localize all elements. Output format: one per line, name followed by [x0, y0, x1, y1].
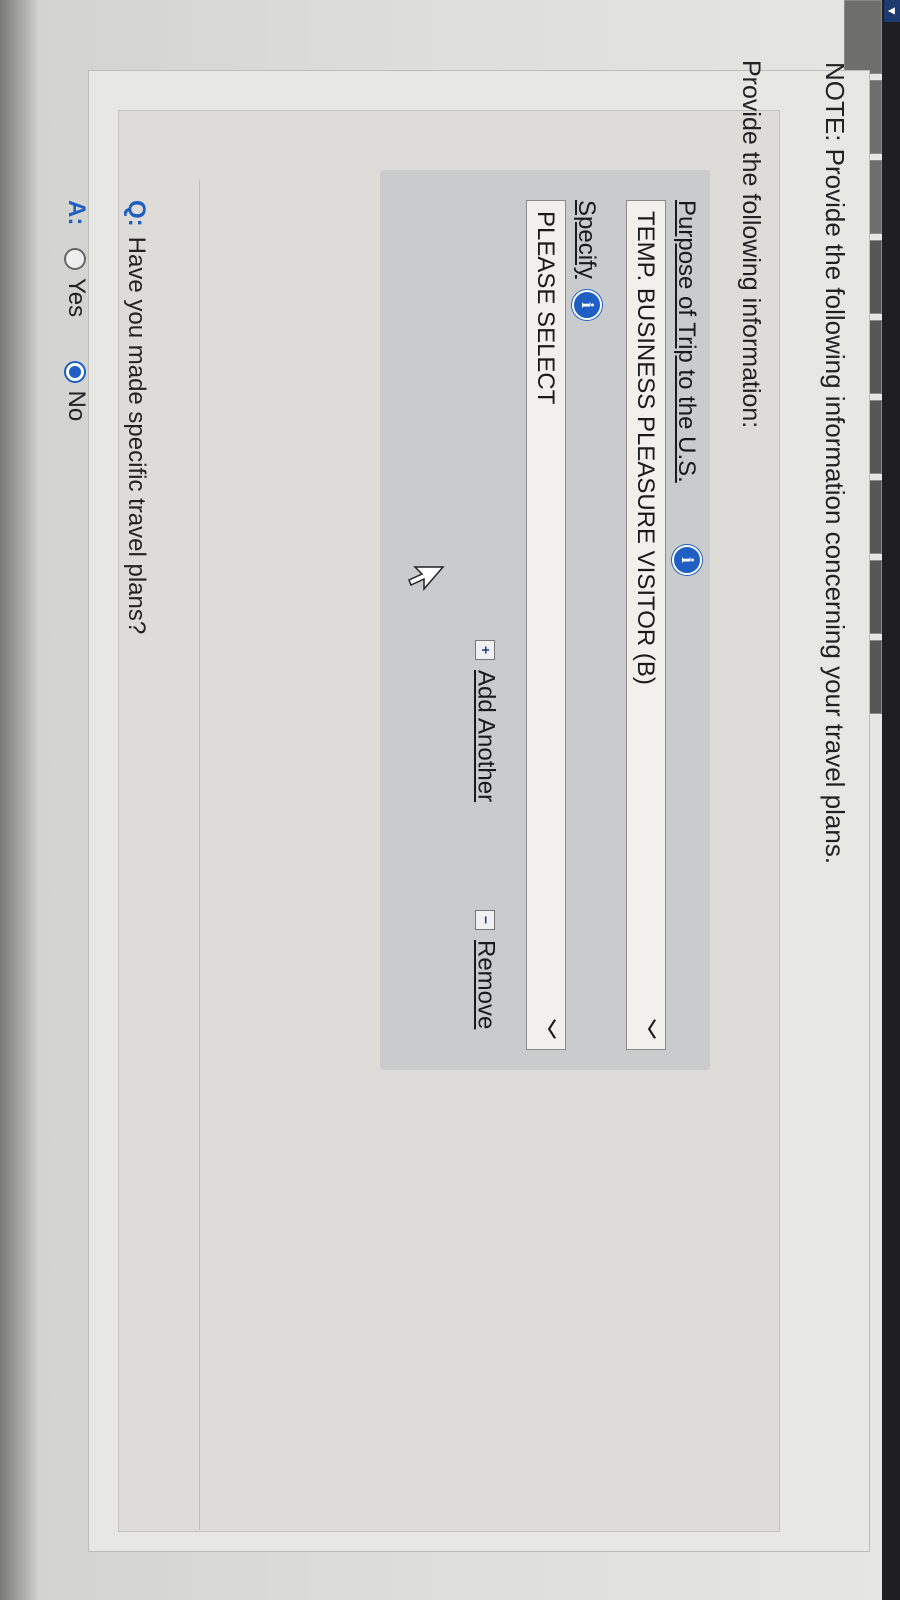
- info-icon[interactable]: i: [672, 545, 702, 575]
- question-text: Have you made specific travel plans?: [123, 236, 150, 635]
- section-divider: [199, 180, 200, 1530]
- info-icon[interactable]: i: [572, 290, 602, 320]
- chevron-down-icon: ﹀: [634, 1019, 656, 1039]
- radio-yes-label: Yes: [63, 278, 90, 318]
- travel-plans-answer: A: Yes No: [62, 200, 90, 421]
- dropdown-arrow-icon[interactable]: ▼: [884, 0, 900, 22]
- radio-yes[interactable]: [64, 248, 87, 270]
- screen-content: ▼ NOTE: Provide the following informatio…: [0, 0, 900, 1600]
- question-prefix: Q:: [123, 200, 150, 227]
- plus-icon: +: [475, 640, 496, 660]
- photo-frame: ▼ NOTE: Provide the following informatio…: [0, 0, 900, 1600]
- specify-select-value: PLEASE SELECT: [532, 211, 559, 405]
- note-text: NOTE: Provide the following information …: [820, 62, 850, 865]
- add-another-link[interactable]: +Add Another: [471, 640, 500, 802]
- purpose-select-value: TEMP. BUSINESS PLEASURE VISITOR (B): [632, 211, 659, 685]
- remove-link[interactable]: −Remove: [471, 910, 500, 1029]
- purpose-select[interactable]: TEMP. BUSINESS PLEASURE VISITOR (B) ﹀: [626, 200, 666, 1050]
- travel-plans-question: Q: Have you made specific travel plans?: [122, 200, 150, 634]
- purpose-label: Purpose of Trip to the U.S.: [673, 200, 700, 483]
- specify-select[interactable]: PLEASE SELECT ﹀: [526, 200, 566, 1050]
- chevron-down-icon: ﹀: [534, 1019, 556, 1039]
- specify-label: Specify: [573, 200, 600, 279]
- answer-prefix: A:: [63, 200, 90, 226]
- top-bar: [882, 0, 900, 1600]
- mouse-pointer-icon: [408, 566, 445, 592]
- section-intro: Provide the following information:: [737, 60, 765, 429]
- bottom-shadow: [0, 0, 40, 1600]
- radio-no-label: No: [63, 390, 90, 422]
- radio-no[interactable]: [64, 360, 87, 383]
- minus-icon: −: [475, 910, 496, 930]
